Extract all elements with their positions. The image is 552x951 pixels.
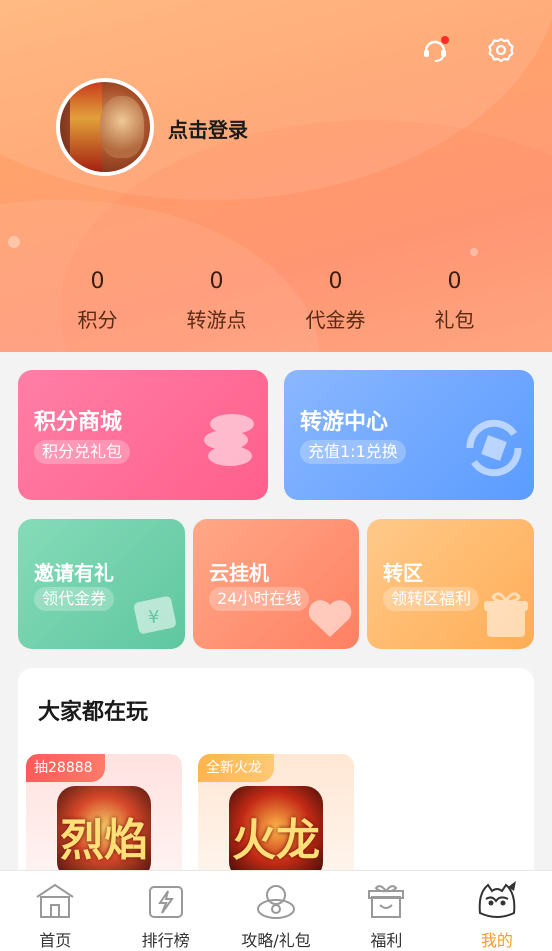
card-tag: 领转区福利 (383, 587, 480, 611)
voucher-icon: ¥ (134, 596, 176, 634)
avatar-art (70, 82, 102, 172)
svg-text:¥: ¥ (148, 607, 159, 628)
stat-value: 0 (447, 269, 462, 294)
stat-value: 0 (209, 269, 224, 294)
coins-icon (204, 414, 254, 466)
tab-label: 福利 (370, 931, 403, 950)
card-tag: 24小时在线 (209, 587, 310, 611)
card-title: 积分商城 (34, 410, 123, 435)
stat-value: 0 (328, 269, 343, 294)
bottom-tab-bar: 首页 排行榜 攻略/礼包 福利 我的 (0, 870, 552, 951)
stat-label: 转游点 (186, 308, 247, 332)
stats-row: 0 积分 0 转游点 0 代金券 0 礼包 (38, 268, 514, 333)
game-icon[interactable]: 烈焰 (57, 786, 151, 880)
game-icon[interactable]: 火龙 (229, 786, 323, 880)
game-badge: 全新火龙 (198, 754, 274, 782)
tab-welfare[interactable]: 福利 (331, 871, 441, 951)
points-mall-card[interactable]: 积分商城 积分兑礼包 (18, 370, 268, 500)
game-card[interactable]: 全新火龙 火龙 (198, 754, 354, 884)
header-decor-dot (470, 248, 478, 256)
stat-label: 积分 (77, 308, 118, 332)
tab-mine[interactable]: 我的 (442, 871, 552, 951)
game-badge: 抽28888 (26, 754, 105, 782)
header-decor-dot (8, 236, 20, 248)
profile-mascot-icon (478, 881, 516, 918)
tab-home[interactable]: 首页 (0, 871, 110, 951)
tab-ranking[interactable]: 排行榜 (110, 871, 220, 951)
notification-dot (441, 36, 449, 44)
cloud-idle-card[interactable]: 云挂机 24小时在线 (193, 519, 359, 649)
section-title: 大家都在玩 (38, 700, 149, 725)
tab-label: 我的 (480, 931, 513, 950)
profile-header: 点击登录 0 积分 0 转游点 0 代金券 0 礼包 (0, 0, 552, 352)
headset-service-icon[interactable] (418, 33, 452, 67)
stat-vouchers[interactable]: 0 代金券 (276, 268, 395, 333)
card-tag: 领代金券 (34, 587, 115, 611)
transfer-center-card[interactable]: 转游中心 充值1:1兑换 (284, 370, 534, 500)
gift-guide-icon (257, 885, 296, 919)
login-link[interactable]: 点击登录 (168, 114, 248, 143)
exchange-icon (466, 419, 522, 477)
tab-label: 首页 (39, 931, 72, 950)
tab-label: 攻略/礼包 (241, 931, 311, 950)
card-title: 转游中心 (300, 410, 389, 435)
stat-value: 0 (90, 269, 105, 294)
game-card[interactable]: 抽28888 烈焰 (26, 754, 182, 884)
card-title: 邀请有礼 (34, 561, 114, 585)
gift-box-icon (368, 885, 405, 918)
ranking-icon (148, 886, 183, 918)
home-icon (36, 883, 74, 918)
stat-transfer-points[interactable]: 0 转游点 (157, 268, 276, 333)
heart-icon (308, 600, 352, 637)
stat-points[interactable]: 0 积分 (38, 268, 157, 333)
avatar[interactable] (56, 78, 154, 176)
gift-icon (484, 592, 528, 637)
card-tag: 积分兑礼包 (34, 440, 131, 464)
stat-label: 礼包 (434, 308, 475, 332)
card-tag: 充值1:1兑换 (300, 440, 406, 464)
tab-guides-gifts[interactable]: 攻略/礼包 (221, 871, 331, 951)
zone-transfer-card[interactable]: 转区 领转区福利 (367, 519, 534, 649)
stat-label: 代金券 (305, 308, 366, 332)
avatar-art (100, 96, 144, 158)
card-title: 转区 (383, 561, 423, 585)
card-title: 云挂机 (209, 561, 269, 585)
game-icon-logo: 烈焰 (60, 815, 148, 866)
game-icon-logo: 火龙 (232, 815, 320, 866)
invite-card[interactable]: 邀请有礼 领代金券 ¥ (18, 519, 185, 649)
gear-icon[interactable] (484, 33, 518, 67)
tab-label: 排行榜 (141, 931, 190, 950)
stat-gift-packs[interactable]: 0 礼包 (395, 268, 514, 333)
